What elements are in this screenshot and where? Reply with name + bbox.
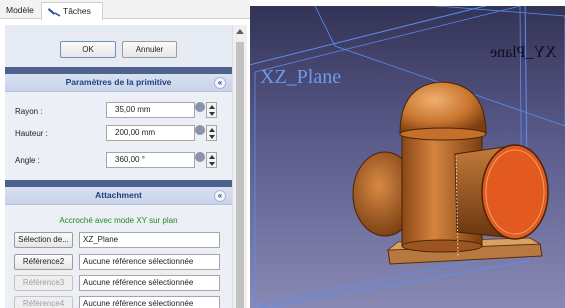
primitive-parameters-title: Paramètres de la primitive <box>65 77 172 87</box>
cancel-button[interactable]: Annuler <box>122 41 177 58</box>
reference4-button: Référence4 <box>14 296 73 308</box>
top-dome <box>399 81 487 135</box>
height-input[interactable]: 200,00 mm <box>106 125 195 141</box>
tab-tasks[interactable]: Tâches <box>41 2 103 20</box>
xz-plane-label: XZ_Plane <box>260 66 342 88</box>
tab-model[interactable]: Modèle <box>6 2 34 20</box>
angle-label: Angle : <box>15 156 40 165</box>
attachment-section: Attachment « Accroché avec mode XY sur p… <box>5 187 232 308</box>
ok-button[interactable]: OK <box>60 41 116 58</box>
reference1-button[interactable]: Sélection de... <box>14 232 73 248</box>
task-scroll-area: OK Annuler Paramètres de la primitive « … <box>5 25 232 308</box>
height-label: Hauteur : <box>15 129 48 138</box>
scrollbar-thumb[interactable] <box>236 42 244 308</box>
task-panel-scrollbar[interactable] <box>232 25 247 308</box>
reference4-field[interactable]: Aucune référence sélectionnée <box>79 296 220 308</box>
panel-tab-bar: Modèle Tâches <box>0 0 250 20</box>
expression-icon[interactable] <box>195 102 205 112</box>
reference1-field[interactable]: XZ_Plane <box>79 232 220 248</box>
dome-rim <box>399 127 487 141</box>
dialog-buttons-box: OK Annuler <box>5 25 232 67</box>
attachment-header[interactable]: Attachment « <box>5 187 232 205</box>
expression-icon[interactable] <box>195 152 205 162</box>
attachment-title: Attachment <box>95 190 142 200</box>
reference2-button[interactable]: Référence2 <box>14 254 73 270</box>
attachment-status: Accroché avec mode XY sur plan <box>59 216 178 225</box>
angle-spinner[interactable] <box>206 152 217 168</box>
reference2-field[interactable]: Aucune référence sélectionnée <box>79 254 220 270</box>
primitive-parameters-section: Paramètres de la primitive « Rayon : 35,… <box>5 74 232 180</box>
xy-plane-label: XY_Plane <box>490 44 557 61</box>
collapse-icon[interactable]: « <box>214 77 226 89</box>
tasks-icon <box>48 8 61 17</box>
radius-label: Rayon : <box>15 107 43 116</box>
radius-spinner[interactable] <box>206 102 217 118</box>
scroll-up-icon[interactable] <box>236 29 244 34</box>
3d-view[interactable]: XZ_Plane XY_Plane <box>250 6 565 308</box>
angle-input[interactable]: 360,00 ° <box>106 152 195 168</box>
radius-input[interactable]: 35,00 mm <box>106 102 195 118</box>
reference3-button: Référence3 <box>14 275 73 291</box>
expression-icon[interactable] <box>195 125 205 135</box>
height-spinner[interactable] <box>206 125 217 141</box>
tab-tasks-label: Tâches <box>63 6 91 16</box>
task-panel: Modèle Tâches OK Annuler Paramètres de l… <box>0 0 250 308</box>
primitive-parameters-header[interactable]: Paramètres de la primitive « <box>5 74 232 92</box>
horizontal-cylinder <box>454 144 549 240</box>
reference3-field[interactable]: Aucune référence sélectionnée <box>79 275 220 291</box>
collapse-icon[interactable]: « <box>214 190 226 202</box>
